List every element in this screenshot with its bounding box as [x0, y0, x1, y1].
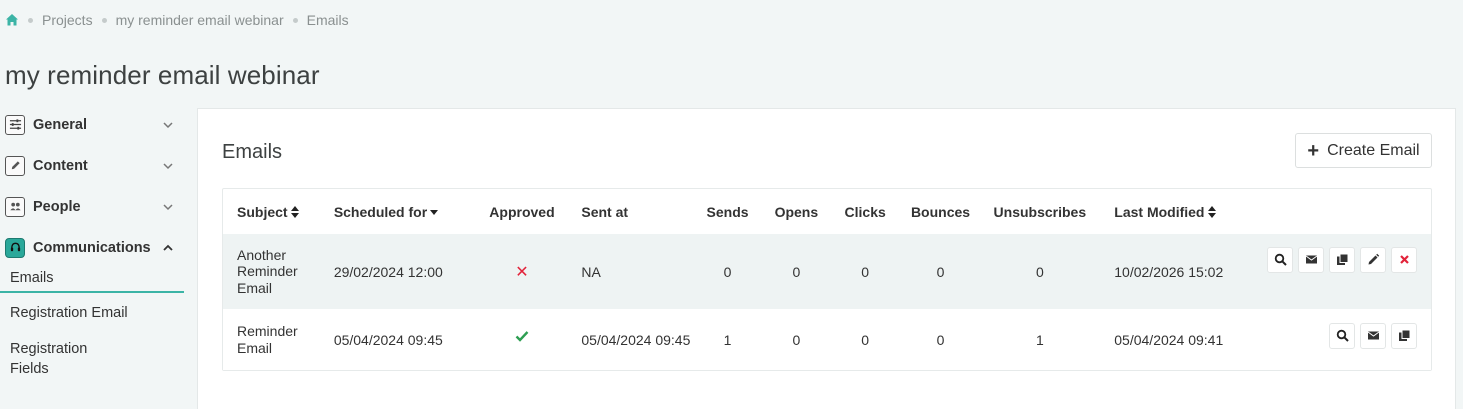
delete-button[interactable] — [1391, 246, 1417, 273]
table-row[interactable]: Another Reminder Email 29/02/2024 12:00 … — [223, 234, 1431, 309]
breadcrumb-separator — [101, 17, 107, 23]
breadcrumb-projects[interactable]: Projects — [42, 12, 93, 28]
sidebar-section-label: Content — [33, 157, 88, 174]
cell-clicks: 0 — [861, 263, 870, 280]
sort-icon — [290, 205, 299, 218]
sidebar-section-general[interactable]: General — [0, 104, 190, 145]
cell-clicks: 0 — [861, 331, 870, 348]
people-icon — [5, 196, 25, 217]
chevron-down-icon — [162, 160, 174, 172]
table-row[interactable]: Reminder Email 05/04/2024 09:45 05/04/20… — [223, 309, 1431, 370]
cell-subject[interactable]: Reminder Email — [223, 309, 328, 370]
column-header-label: Subject — [237, 203, 288, 220]
emails-panel: Emails + Create Email Subject Scheduled … — [197, 108, 1456, 409]
cell-scheduled-for: 29/02/2024 12:00 — [333, 263, 443, 280]
sort-icon — [1207, 205, 1216, 218]
sidebar-section-people[interactable]: People — [0, 186, 190, 227]
cell-unsubscribes: 0 — [1035, 263, 1044, 280]
sort-desc-icon — [430, 209, 439, 215]
cell-opens: 0 — [792, 263, 801, 280]
delete-icon — [1399, 255, 1409, 264]
cell-last-modified: 05/04/2024 09:41 — [1114, 331, 1224, 348]
sidebar-item-emails[interactable]: Emails — [0, 268, 184, 293]
cell-sent-at: 05/04/2024 09:45 — [581, 331, 691, 348]
sidebar-section-communications[interactable]: Communications — [0, 227, 190, 268]
emails-table: Subject Scheduled for Approved Sent at S… — [222, 188, 1432, 371]
column-header-last-modified[interactable]: Last Modified — [1098, 189, 1245, 234]
cell-last-modified: 10/02/2026 15:02 — [1114, 263, 1224, 280]
sidebar-item-registration-fields[interactable]: Registration Fields — [0, 339, 130, 379]
cell-actions — [1245, 234, 1431, 309]
send-email-button[interactable] — [1360, 322, 1386, 349]
cell-bounces: 0 — [936, 263, 945, 280]
cell-sends: 0 — [723, 263, 732, 280]
pencil-square-icon — [5, 155, 25, 176]
sidebar-section-label: People — [33, 198, 81, 215]
cell-sends: 1 — [723, 331, 732, 348]
column-header-sends: Sends — [706, 203, 749, 220]
cell-subject[interactable]: Another Reminder Email — [223, 234, 328, 309]
column-header-subject[interactable]: Subject — [223, 189, 328, 234]
cell-approved — [476, 309, 569, 370]
sliders-icon — [5, 114, 25, 135]
panel-title: Emails — [222, 141, 283, 163]
column-header-unsubscribes: Unsubscribes — [993, 203, 1087, 220]
copy-button[interactable] — [1329, 246, 1355, 273]
envelope-icon — [1305, 255, 1317, 264]
row-actions — [1245, 322, 1431, 349]
sidebar-item-registration-email[interactable]: Registration Email — [0, 304, 184, 322]
send-email-button[interactable] — [1298, 246, 1324, 273]
column-header-approved: Approved — [489, 203, 555, 220]
communications-icon — [5, 237, 25, 258]
breadcrumb-separator — [292, 17, 298, 23]
copy-icon — [1336, 253, 1348, 265]
cell-opens: 0 — [792, 331, 801, 348]
chevron-down-icon — [162, 119, 174, 131]
cell-actions — [1245, 309, 1431, 370]
column-header-label: Scheduled for — [333, 203, 428, 220]
envelope-icon — [1367, 331, 1379, 340]
row-actions — [1245, 246, 1431, 273]
view-button[interactable] — [1267, 246, 1293, 273]
approved-check-icon — [515, 330, 529, 342]
pencil-icon — [1368, 253, 1379, 265]
sidebar-section-label: Communications — [33, 239, 151, 256]
column-header-label: Last Modified — [1114, 203, 1205, 220]
create-email-button[interactable]: + Create Email — [1295, 133, 1432, 168]
search-icon — [1274, 253, 1287, 266]
table-header-row: Subject Scheduled for Approved Sent at S… — [223, 189, 1431, 234]
edit-button[interactable] — [1360, 246, 1386, 273]
sidebar: General Content People Communications Em… — [0, 104, 190, 377]
view-button[interactable] — [1329, 322, 1355, 349]
breadcrumb-project[interactable]: my reminder email webinar — [116, 12, 284, 28]
sidebar-section-label: General — [33, 116, 87, 133]
sidebar-section-content[interactable]: Content — [0, 145, 190, 186]
cell-approved: ✕ — [476, 234, 569, 309]
column-header-sent-at: Sent at — [581, 203, 629, 220]
breadcrumb-separator — [28, 17, 33, 23]
chevron-down-icon — [162, 201, 174, 213]
column-header-scheduled-for[interactable]: Scheduled for — [328, 189, 476, 234]
column-header-bounces: Bounces — [910, 203, 971, 220]
plus-icon: + — [1307, 139, 1320, 162]
breadcrumb: Projects my reminder email webinar Email… — [5, 11, 349, 29]
search-icon — [1336, 329, 1349, 342]
cell-unsubscribes: 1 — [1035, 331, 1044, 348]
cell-sent-at: NA — [581, 263, 601, 280]
page-title: my reminder email webinar — [5, 60, 320, 90]
home-icon[interactable] — [5, 13, 19, 27]
column-header-clicks: Clicks — [844, 203, 886, 220]
cell-bounces: 0 — [936, 331, 945, 348]
copy-button[interactable] — [1391, 322, 1417, 349]
cell-scheduled-for: 05/04/2024 09:45 — [333, 331, 443, 348]
column-header-actions — [1245, 189, 1431, 234]
not-approved-icon: ✕ — [515, 263, 529, 281]
chevron-up-icon — [162, 242, 174, 254]
create-email-label: Create Email — [1327, 141, 1420, 159]
copy-icon — [1398, 329, 1410, 341]
column-header-opens: Opens — [774, 203, 819, 220]
breadcrumb-emails[interactable]: Emails — [307, 12, 349, 28]
